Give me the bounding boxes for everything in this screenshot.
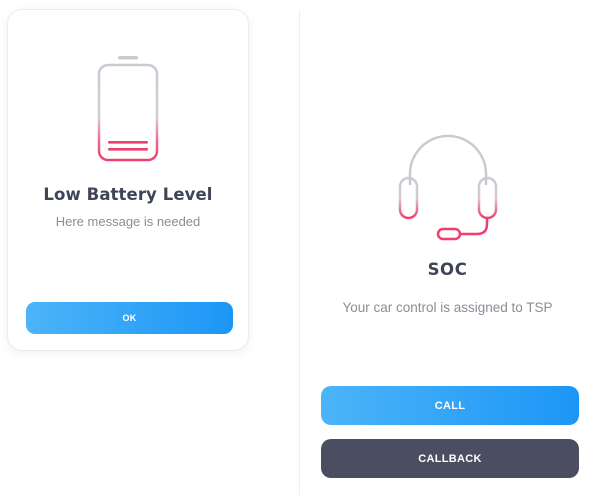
soc-dialog: SOC Your car control is assigned to TSP … <box>300 10 595 495</box>
dialog-title: Low Battery Level <box>43 185 213 204</box>
low-battery-dialog: Low Battery Level Here message is needed… <box>8 10 248 350</box>
headband <box>408 134 488 186</box>
callback-button[interactable]: CALLBACK <box>321 439 579 478</box>
battery-body <box>97 63 159 162</box>
low-battery-icon <box>97 56 159 162</box>
headset-icon <box>398 134 498 241</box>
screen: Low Battery Level Here message is needed… <box>0 0 595 495</box>
dialog-title: SOC <box>427 260 468 279</box>
ok-button[interactable]: OK <box>26 302 233 334</box>
microphone <box>436 227 462 241</box>
mic-arm <box>458 216 489 236</box>
battery-terminal <box>118 56 138 60</box>
call-button[interactable]: CALL <box>321 386 579 425</box>
battery-level-bar <box>108 141 148 144</box>
dialog-message: Here message is needed <box>55 214 201 229</box>
dialog-message: Your car control is assigned to TSP <box>342 300 553 315</box>
battery-level-bar <box>108 148 148 151</box>
